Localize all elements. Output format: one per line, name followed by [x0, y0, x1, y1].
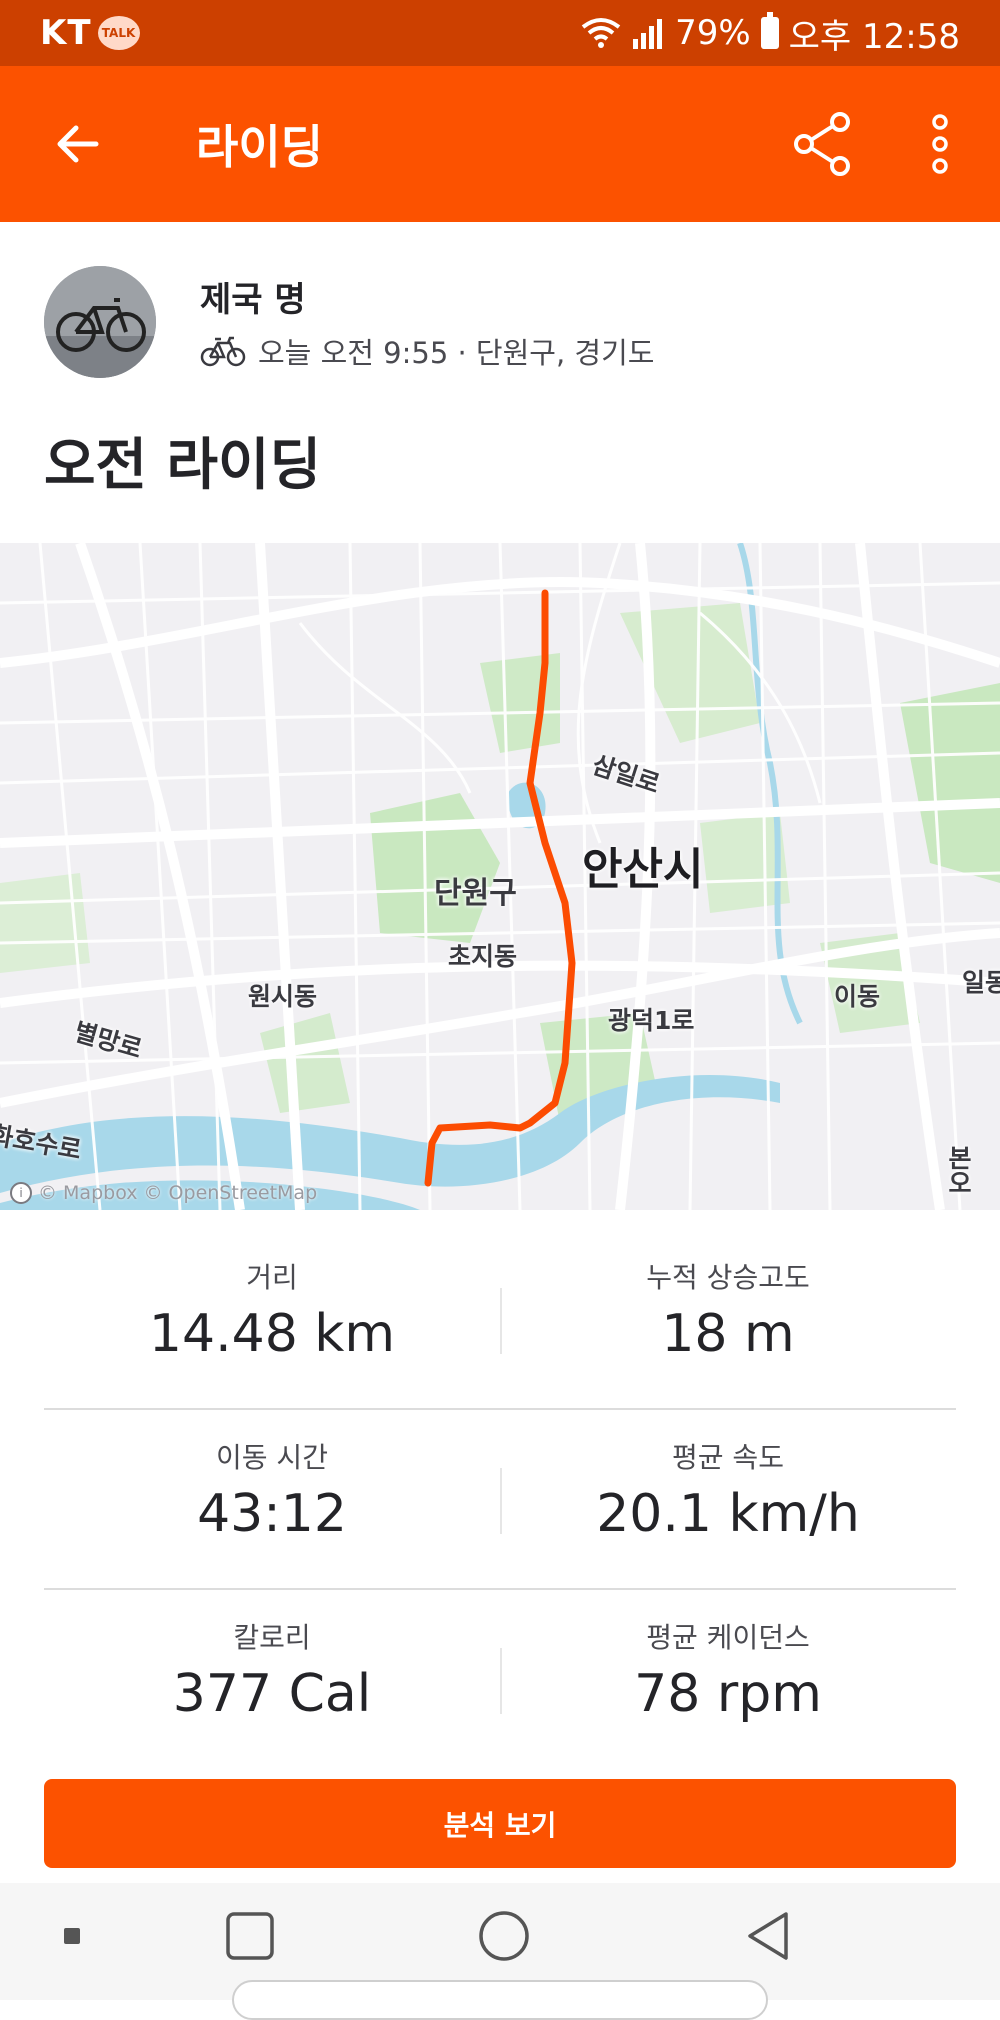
avatar[interactable] [44, 266, 156, 378]
stat-value: 43:12 [197, 1484, 347, 1544]
stat-value: 20.1 km/h [596, 1484, 860, 1544]
info-icon[interactable]: i [10, 1182, 32, 1204]
map-label-wonsidong: 원시동 [248, 982, 318, 1011]
stat-value: 377 Cal [172, 1664, 372, 1724]
map-label-ansan: 안산시 [582, 844, 704, 895]
map-label-danwon: 단원구 [434, 876, 517, 911]
app-bar: 라이딩 [0, 66, 1000, 222]
home-button[interactable] [472, 1901, 536, 1971]
stat-avg-cadence: 평균 케이던스 78 rpm [500, 1590, 956, 1770]
clock: 오후 12:58 [788, 16, 960, 57]
stat-value: 18 m [661, 1304, 795, 1364]
battery-percent: 79% [675, 13, 751, 53]
carrier-label: KT [40, 13, 92, 53]
view-analysis-button[interactable]: 분석 보기 [44, 1779, 956, 1868]
more-options-button[interactable] [910, 104, 970, 184]
stats-row: 이동 시간 43:12 평균 속도 20.1 km/h [44, 1410, 956, 1590]
battery-icon [760, 12, 779, 49]
arrow-left-icon [57, 125, 99, 163]
attribution-text: © Mapbox © OpenStreetMap [38, 1182, 318, 1204]
stat-avg-speed: 평균 속도 20.1 km/h [500, 1410, 956, 1590]
stat-label: 평균 케이던스 [646, 1621, 810, 1654]
stat-moving-time: 이동 시간 43:12 [44, 1410, 500, 1590]
map-label-chojidong: 초지동 [448, 942, 518, 971]
back-nav-button[interactable] [736, 1901, 800, 1971]
stat-label: 거리 [246, 1261, 298, 1294]
map-label-il: 일동 [962, 968, 1000, 997]
stat-distance: 거리 14.48 km [44, 1230, 500, 1410]
stat-value: 78 rpm [634, 1664, 822, 1724]
map-label-bon: 본오 [944, 1145, 973, 1195]
stat-calories: 칼로리 377 Cal [44, 1590, 500, 1770]
more-vertical-icon [932, 114, 948, 174]
stats-grid: 거리 14.48 km 누적 상승고도 18 m 이동 시간 43:12 평균 … [44, 1230, 956, 1770]
share-button[interactable] [782, 104, 862, 184]
activity-title: 오전 라이딩 [44, 433, 322, 498]
route-map[interactable]: 안산시 단원구 삼일로 초지동 원시동 별망로 광덕1로 이동 일동 화호수로 … [0, 543, 1000, 1210]
page-title: 라이딩 [196, 120, 323, 174]
activity-meta-text: 오늘 오전 9:55 · 단원구, 경기도 [258, 336, 655, 370]
avatar-bicycle-icon [44, 266, 156, 378]
recents-button[interactable] [218, 1901, 282, 1971]
triangle-back-icon [748, 1912, 788, 1960]
wifi-icon [581, 18, 621, 48]
stat-value: 14.48 km [148, 1304, 396, 1364]
stat-label: 칼로리 [233, 1621, 311, 1654]
stat-label: 평균 속도 [672, 1441, 784, 1474]
map-label-idong: 이동 [834, 982, 881, 1011]
small-square-icon [64, 1928, 80, 1944]
map-label-gwangdeok: 광덕1로 [608, 1006, 695, 1035]
stat-elevation-gain: 누적 상승고도 18 m [500, 1230, 956, 1410]
square-icon [226, 1912, 274, 1960]
circle-icon [479, 1911, 529, 1961]
athlete-name[interactable]: 제국 명 [200, 272, 306, 321]
gesture-pill[interactable] [232, 1980, 768, 2020]
signal-icon [633, 19, 663, 49]
nav-dot-button[interactable] [60, 1901, 84, 1971]
stat-label: 누적 상승고도 [646, 1261, 810, 1294]
activity-meta: 오늘 오전 9:55 · 단원구, 경기도 [200, 330, 654, 372]
stats-row: 칼로리 377 Cal 평균 케이던스 78 rpm [44, 1590, 956, 1770]
bicycle-icon [200, 336, 246, 367]
kakaotalk-icon: TALK [97, 16, 140, 50]
stats-row: 거리 14.48 km 누적 상승고도 18 m [44, 1230, 956, 1410]
map-attribution[interactable]: i © Mapbox © OpenStreetMap [10, 1182, 317, 1204]
status-bar: KT TALK 79% 오후 12:58 [0, 0, 1000, 66]
share-icon [794, 112, 850, 176]
stat-label: 이동 시간 [216, 1441, 328, 1474]
back-button[interactable] [38, 104, 118, 184]
